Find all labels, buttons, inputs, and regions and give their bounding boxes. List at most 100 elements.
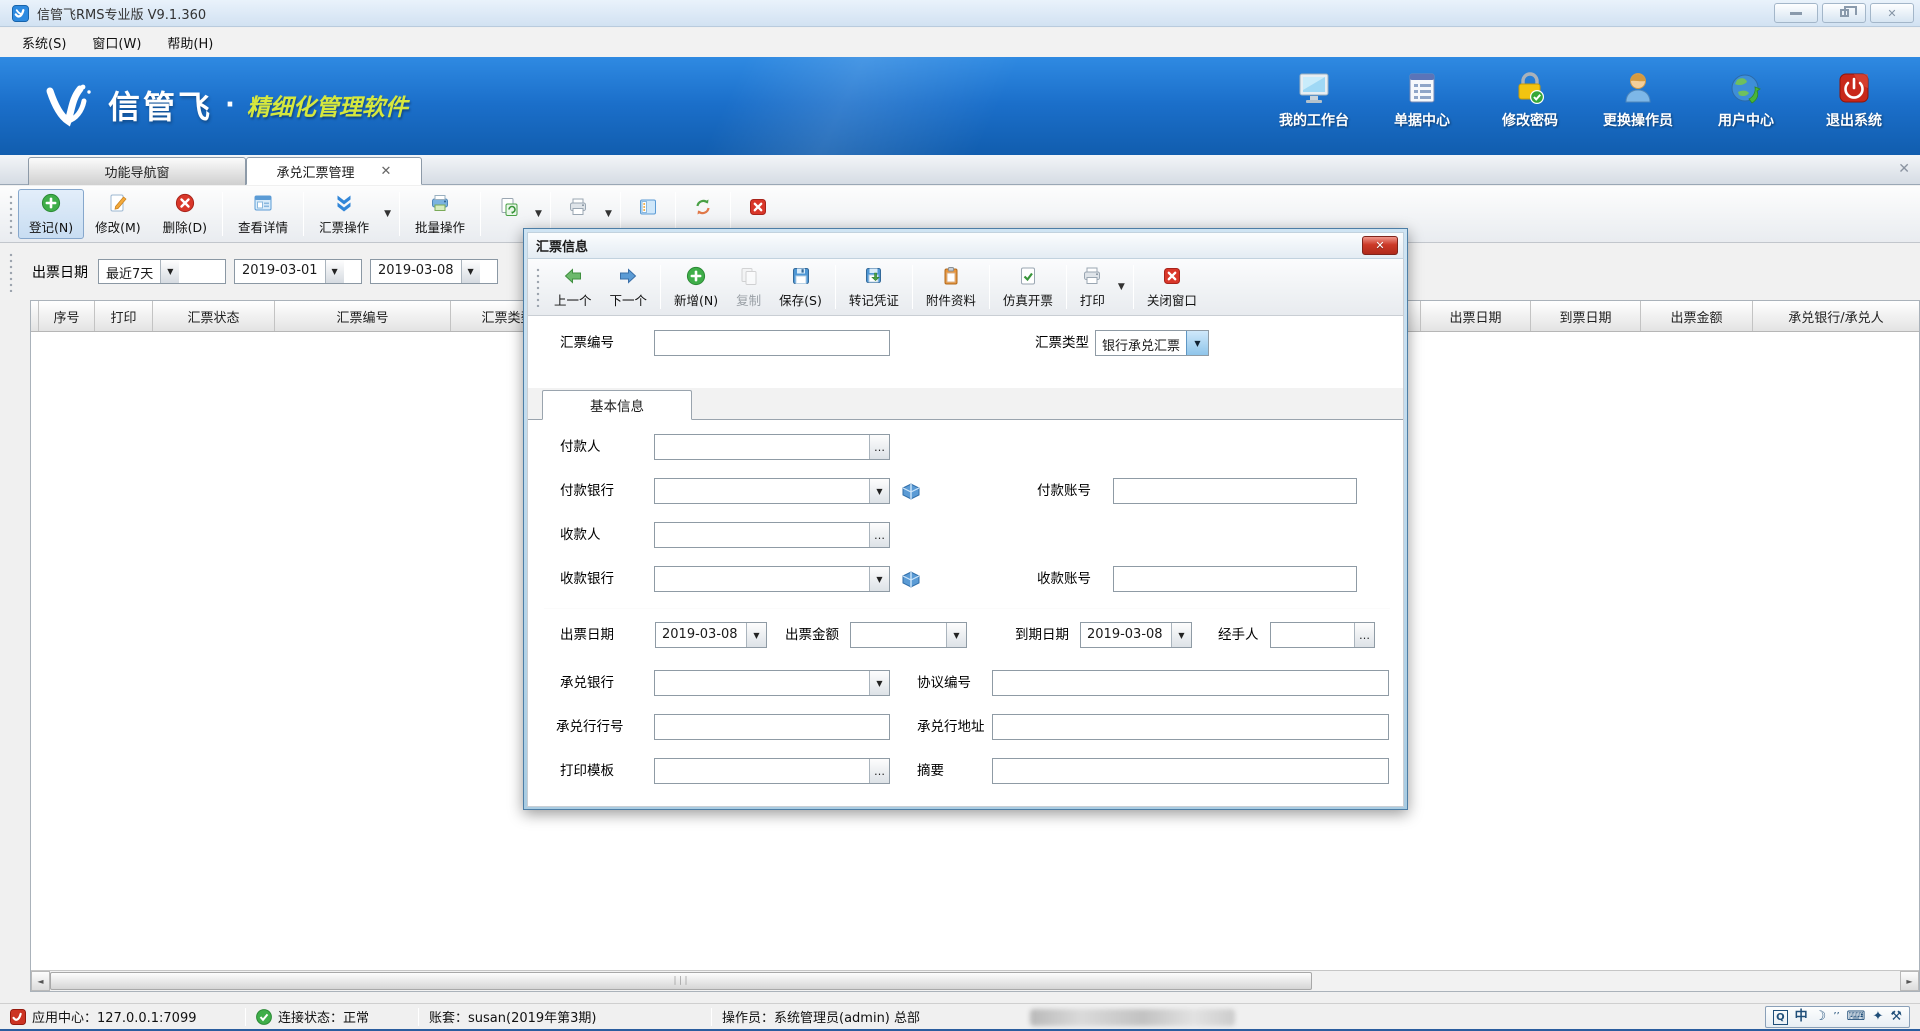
accept-bank-combo[interactable]: ▼ [654, 670, 890, 696]
bill-no-input[interactable] [654, 330, 890, 356]
column-amount[interactable]: 出票金额 [1641, 301, 1753, 331]
dropdown-icon[interactable]: ▼ [325, 260, 344, 283]
menu-system[interactable]: 系统(S) [10, 29, 78, 56]
tab-basic-info[interactable]: 基本信息 [542, 390, 692, 420]
dropdown-icon[interactable]: ▼ [746, 623, 766, 647]
dropdown-icon[interactable]: ▼ [1186, 331, 1208, 355]
filter-grip[interactable] [9, 252, 13, 292]
bill-type-combo[interactable]: 银行承兑汇票 ▼ [1095, 330, 1209, 356]
batch-operations-button[interactable]: 批量操作 [404, 189, 476, 239]
payer-account-input[interactable] [1113, 478, 1357, 504]
restore-button[interactable] [1822, 3, 1866, 23]
dropdown-icon[interactable]: ▼ [461, 260, 480, 283]
dropdown-icon[interactable]: ▼ [869, 671, 889, 695]
date-preset-combo[interactable]: 最近7天 ▼ [98, 259, 226, 284]
summary-input[interactable] [992, 758, 1389, 784]
prev-record-button[interactable]: 上一个 [545, 262, 601, 312]
accept-bank-no-input[interactable] [654, 714, 890, 740]
tab-navigation[interactable]: 功能导航窗 [28, 157, 246, 185]
lookup-icon[interactable]: … [869, 435, 889, 459]
lookup-icon[interactable]: … [869, 523, 889, 547]
tabstrip-close-icon[interactable]: ✕ [1898, 161, 1910, 177]
close-button[interactable]: ✕ [1870, 3, 1914, 23]
next-record-button[interactable]: 下一个 [601, 262, 657, 312]
dropdown-icon[interactable]: ▼ [1171, 623, 1191, 647]
scroll-left-icon[interactable]: ◄ [31, 971, 50, 991]
dropdown-icon[interactable]: ▼ [160, 260, 179, 283]
ime-logo-icon[interactable]: Q [1773, 1010, 1788, 1025]
register-button[interactable]: 登记(N) [18, 189, 84, 239]
workbench-button[interactable]: 我的工作台 [1276, 71, 1352, 130]
minimize-button[interactable] [1774, 3, 1818, 23]
amount-combo[interactable]: ▼ [850, 622, 967, 648]
switch-operator-button[interactable]: 更换操作员 [1600, 71, 1676, 130]
date-from-combo[interactable]: 2019-03-01 ▼ [234, 259, 362, 284]
column-issue-date[interactable]: 出票日期 [1421, 301, 1531, 331]
export-dropdown-icon[interactable]: ▼ [531, 209, 546, 219]
attachments-button[interactable]: 附件资料 [917, 262, 985, 312]
dialog-copy-button[interactable]: 复制 [727, 262, 770, 312]
due-date-combo[interactable]: 2019-03-08▼ [1080, 622, 1192, 648]
column-print[interactable]: 打印 [95, 301, 153, 331]
print-dropdown-icon[interactable]: ▼ [601, 209, 616, 219]
payee-input[interactable]: … [654, 522, 890, 548]
toolbar-separator [399, 192, 400, 236]
ime-spark-icon[interactable]: ✦ [1872, 1007, 1883, 1027]
payer-bank-combo[interactable]: ▼ [654, 478, 890, 504]
delete-button[interactable]: 删除(D) [152, 189, 218, 239]
ime-keyboard-icon[interactable]: ⌨ [1847, 1007, 1866, 1027]
scroll-right-icon[interactable]: ► [1900, 971, 1919, 991]
tab-bill-management[interactable]: 承兑汇票管理 ✕ [246, 157, 422, 185]
modify-button[interactable]: 修改(M) [84, 189, 152, 239]
menu-window[interactable]: 窗口(W) [80, 29, 153, 56]
lookup-icon[interactable]: … [1354, 623, 1374, 647]
view-details-button[interactable]: 查看详情 [227, 189, 299, 239]
user-center-button[interactable]: 用户中心 [1708, 71, 1784, 130]
tab-close-icon[interactable]: ✕ [381, 164, 392, 179]
ime-moon-icon[interactable]: ☽ [1815, 1007, 1827, 1027]
dialog-close-window-button[interactable]: 关闭窗口 [1138, 262, 1206, 312]
print-template-input[interactable]: … [654, 758, 890, 784]
dropdown-icon[interactable]: ▼ [946, 623, 966, 647]
scrollbar-track[interactable] [1312, 971, 1900, 991]
dialog-toolbar-grip[interactable] [536, 267, 540, 307]
change-password-button[interactable]: 修改密码 [1492, 71, 1568, 130]
ime-settings-icon[interactable]: ⚒ [1890, 1007, 1902, 1027]
payer-input[interactable]: … [654, 434, 890, 460]
dropdown-icon[interactable]: ▼ [869, 567, 889, 591]
accept-bank-addr-input[interactable] [992, 714, 1389, 740]
post-voucher-button[interactable]: 转记凭证 [840, 262, 908, 312]
dialog-save-button[interactable]: 保存(S) [770, 262, 831, 312]
exit-system-button[interactable]: 退出系统 [1816, 71, 1892, 130]
menu-help[interactable]: 帮助(H) [155, 29, 225, 56]
dialog-new-button[interactable]: 新增(N) [665, 262, 727, 312]
ime-punctuation-icon[interactable]: ’’ [1833, 1007, 1839, 1027]
scrollbar-thumb[interactable]: ∣∣∣ [50, 972, 1312, 990]
bank-book-icon[interactable] [900, 568, 922, 590]
ime-toolbar[interactable]: Q 中 ☽ ’’ ⌨ ✦ ⚒ [1765, 1006, 1910, 1028]
dropdown-icon[interactable]: ▼ [869, 479, 889, 503]
column-seq[interactable]: 序号 [39, 301, 95, 331]
lookup-icon[interactable]: … [869, 759, 889, 783]
print-dropdown-icon[interactable]: ▼ [1114, 282, 1129, 292]
handler-input[interactable]: … [1270, 622, 1375, 648]
bill-operations-dropdown-icon[interactable]: ▼ [380, 209, 395, 219]
bill-operations-button[interactable]: 汇票操作 [308, 189, 380, 239]
bank-book-icon[interactable] [900, 480, 922, 502]
toolbar-grip[interactable] [9, 194, 13, 234]
dialog-print-button[interactable]: 打印 [1071, 262, 1114, 312]
document-center-button[interactable]: 单据中心 [1384, 71, 1460, 130]
date-to-combo[interactable]: 2019-03-08 ▼ [370, 259, 498, 284]
column-bill-no[interactable]: 汇票编号 [275, 301, 451, 331]
column-accept-bank[interactable]: 承兑银行/承兑人 [1753, 301, 1919, 331]
horizontal-scrollbar[interactable]: ◄ ∣∣∣ ► [31, 970, 1919, 991]
simulate-print-button[interactable]: 仿真开票 [994, 262, 1062, 312]
ime-language-icon[interactable]: 中 [1795, 1007, 1808, 1027]
column-arrive-date[interactable]: 到票日期 [1531, 301, 1641, 331]
dialog-close-button[interactable]: ✕ [1362, 236, 1398, 255]
agreement-no-input[interactable] [992, 670, 1389, 696]
payee-account-input[interactable] [1113, 566, 1357, 592]
issue-date-combo[interactable]: 2019-03-08▼ [655, 622, 767, 648]
column-status[interactable]: 汇票状态 [153, 301, 275, 331]
payee-bank-combo[interactable]: ▼ [654, 566, 890, 592]
